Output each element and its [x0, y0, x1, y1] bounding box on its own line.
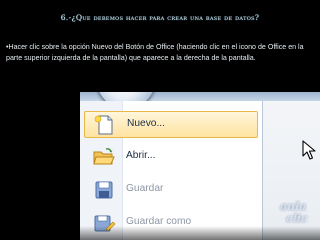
menu-item-label: Abrir... — [126, 150, 156, 161]
office-screenshot: Nuevo... Abrir... Guardar Guardar como a… — [80, 92, 320, 240]
menu-item-guardar[interactable]: Guardar — [84, 177, 258, 204]
menu-item-abrir[interactable]: Abrir... — [84, 144, 258, 171]
office-menu: Nuevo... Abrir... Guardar Guardar como — [80, 101, 263, 240]
watermark-line-2: clic — [286, 212, 308, 225]
menu-item-label: Nuevo... — [127, 118, 165, 129]
mouse-cursor-icon — [302, 140, 316, 160]
menu-item-label: Guardar — [126, 183, 164, 194]
slide-body-text: •Hacer clic sobre la opción Nuevo del Bo… — [6, 43, 304, 62]
bottom-shadow — [80, 226, 320, 240]
menu-item-nuevo[interactable]: Nuevo... — [84, 111, 258, 138]
new-document-icon — [94, 115, 113, 135]
open-folder-icon — [93, 148, 115, 165]
slide-title: 6.-¿Que debemos hacer para crear una bas… — [60, 13, 260, 22]
save-icon — [95, 181, 113, 199]
